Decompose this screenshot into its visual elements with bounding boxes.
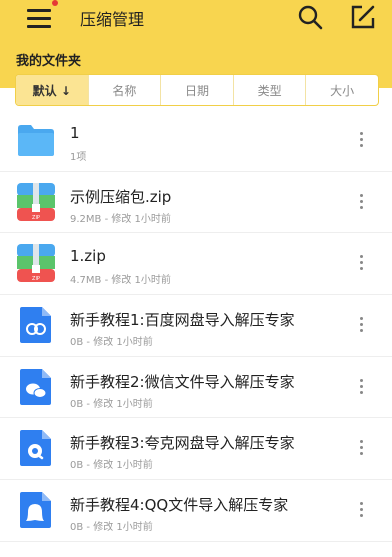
more-icon[interactable]: [360, 378, 364, 395]
file-meta: 1项: [70, 152, 87, 163]
list-item[interactable]: ZIP 示例压缩包.zip 9.2MB - 修改 1小时前: [0, 172, 392, 234]
file-meta: 0B - 修改 1小时前: [70, 398, 153, 410]
file-meta: 9.2MB - 修改 1小时前: [70, 213, 171, 225]
file-list: 1 1项 ZIP 示例压缩包.zip 9.2MB - 修改 1小时前 ZIP 1…: [0, 110, 392, 542]
more-icon[interactable]: [360, 132, 364, 148]
more-icon[interactable]: [360, 317, 364, 333]
list-item[interactable]: 新手教程4:QQ文件导入解压专家 0B - 修改 1小时前: [0, 480, 392, 542]
file-meta: 0B - 修改 1小时前: [70, 522, 153, 534]
list-item[interactable]: 新手教程1:百度网盘导入解压专家 0B - 修改 1小时前: [0, 295, 392, 357]
more-icon[interactable]: [360, 440, 364, 456]
list-item[interactable]: 新手教程3:夸克网盘导入解压专家 0B - 修改 1小时前: [0, 418, 392, 481]
sort-tab-date[interactable]: 日期: [160, 75, 233, 105]
file-name: 1.zip: [70, 247, 106, 266]
file-name: 新手教程3:夸克网盘导入解压专家: [70, 434, 295, 453]
search-icon[interactable]: [297, 4, 323, 30]
zip-icon: ZIP: [17, 244, 55, 283]
folder-title: 我的文件夹: [16, 54, 82, 69]
file-meta: 0B - 修改 1小时前: [70, 460, 153, 472]
sort-tab-size[interactable]: 大小: [305, 75, 378, 105]
file-meta: 0B - 修改 1小时前: [70, 337, 153, 349]
more-icon[interactable]: [360, 502, 364, 518]
file-name: 新手教程4:QQ文件导入解压专家: [70, 496, 289, 515]
zip-icon: ZIP: [17, 182, 55, 221]
notification-dot: [52, 0, 58, 6]
more-icon[interactable]: [360, 193, 364, 210]
sort-bar: 默认 ↓ 名称 日期 类型 大小: [15, 74, 379, 106]
list-item[interactable]: ZIP 1.zip 4.7MB - 修改 1小时前: [0, 233, 392, 296]
file-name: 新手教程1:百度网盘导入解压专家: [70, 311, 295, 330]
baidu-cloud-icon: [20, 307, 51, 344]
wechat-icon: [20, 368, 51, 405]
file-name: 示例压缩包.zip: [70, 187, 172, 206]
svg-text:ZIP: ZIP: [32, 276, 40, 282]
file-name: 1: [70, 124, 80, 142]
sort-tab-default[interactable]: 默认 ↓: [16, 75, 88, 105]
menu-icon[interactable]: [27, 6, 51, 28]
svg-text:ZIP: ZIP: [32, 215, 40, 221]
quark-icon: [20, 430, 51, 467]
app-header: 压缩管理 我的文件夹 默认 ↓ 名称 日期 类型 大小: [0, 0, 392, 106]
list-item[interactable]: 1 1项: [0, 110, 392, 172]
app-title: 压缩管理: [80, 10, 145, 29]
qq-icon: [20, 492, 51, 529]
sort-tab-type[interactable]: 类型: [232, 75, 306, 105]
list-item[interactable]: 新手教程2:微信文件导入解压专家 0B - 修改 1小时前: [0, 357, 392, 419]
folder-icon: [18, 125, 54, 156]
edit-icon[interactable]: [350, 4, 376, 30]
sort-tab-name[interactable]: 名称: [87, 75, 161, 105]
file-meta: 4.7MB - 修改 1小时前: [70, 275, 171, 287]
file-name: 新手教程2:微信文件导入解压专家: [70, 372, 295, 391]
more-icon[interactable]: [360, 255, 364, 271]
